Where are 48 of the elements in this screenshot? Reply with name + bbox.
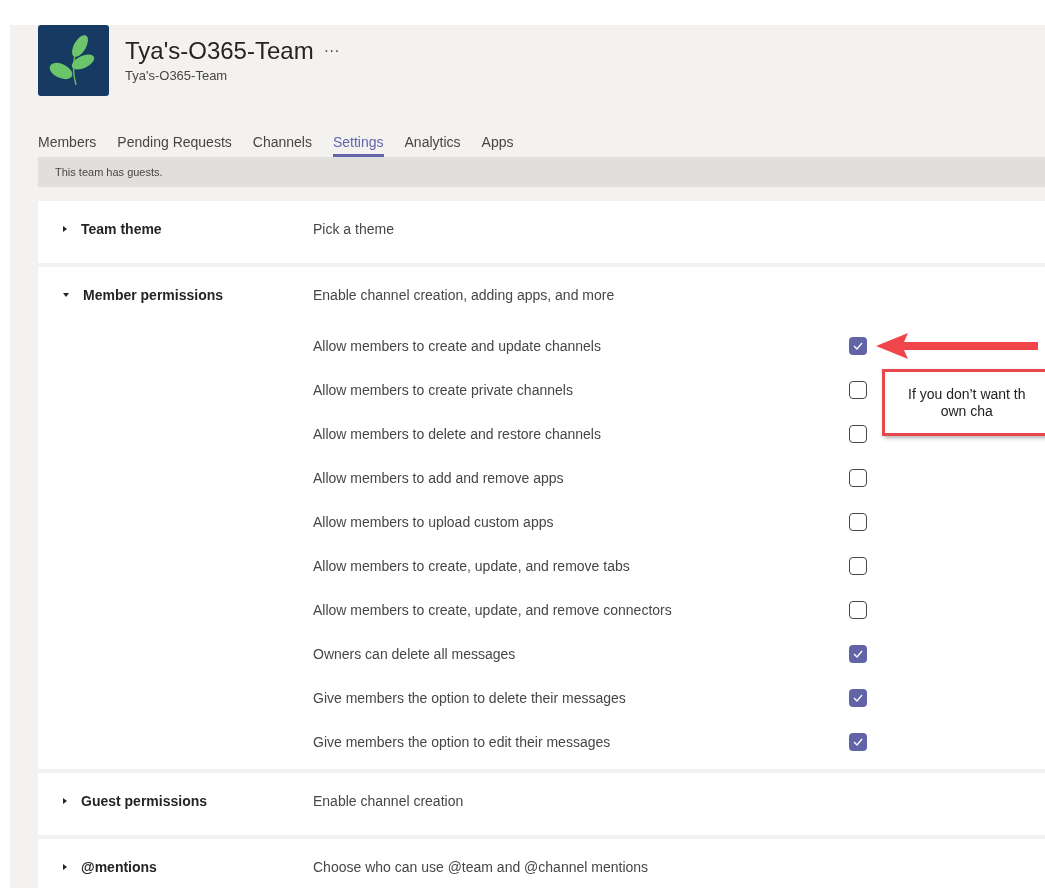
checkmark-icon — [853, 342, 863, 350]
checkbox[interactable] — [849, 513, 867, 531]
caret-right-icon — [62, 225, 68, 233]
checkbox[interactable] — [849, 557, 867, 575]
checkbox[interactable] — [849, 689, 867, 707]
permission-label: Allow members to upload custom apps — [313, 512, 555, 532]
permission-label: Give members the option to edit their messages — [313, 732, 612, 752]
permission-label: Give members the option to delete their messages — [313, 688, 627, 708]
checkbox[interactable] — [849, 337, 867, 355]
callout-text: own cha — [940, 403, 993, 420]
checkmark-icon — [853, 694, 863, 702]
caret-right-icon — [62, 797, 68, 805]
section-description: Pick a theme — [313, 219, 394, 239]
permission-label: Allow members to delete and restore channels — [313, 424, 602, 444]
permission-label: Allow members to create, update, and remove tabs — [313, 556, 631, 576]
section-description: Enable channel creation, adding apps, and more — [313, 285, 615, 305]
section-toggle[interactable]: @mentions — [38, 856, 313, 878]
section-toggle[interactable]: Guest permissions — [38, 790, 313, 812]
checkbox[interactable] — [849, 381, 867, 399]
permission-label: Allow members to create private channels — [313, 380, 574, 400]
checkbox[interactable] — [849, 425, 867, 443]
section-description: Enable channel creation — [313, 791, 464, 811]
tab[interactable]: Members — [38, 132, 97, 157]
team-name: Tya's-O365-Team — [125, 35, 314, 66]
checkmark-icon — [853, 738, 863, 746]
section-toggle[interactable]: Team theme — [38, 218, 313, 240]
tab[interactable]: Apps — [481, 132, 514, 157]
notice-text: This team has guests. — [55, 164, 163, 180]
more-options-button[interactable]: ··· — [323, 42, 340, 59]
team-logo-icon — [38, 25, 109, 96]
tab[interactable]: Channels — [252, 132, 312, 157]
section-toggle[interactable]: Member permissions — [38, 284, 313, 306]
checkmark-icon — [853, 650, 863, 658]
checkbox[interactable] — [849, 469, 867, 487]
team-subtitle: Tya's-O365-Team — [125, 66, 229, 85]
caret-down-icon — [62, 292, 70, 298]
caret-right-icon — [62, 863, 68, 871]
permission-label: Owners can delete all messages — [313, 644, 517, 664]
section-description: Choose who can use @team and @channel mentions — [313, 857, 649, 877]
checkbox[interactable] — [849, 733, 867, 751]
checkbox[interactable] — [849, 645, 867, 663]
tab[interactable]: Analytics — [404, 132, 461, 157]
tab[interactable]: Pending Requests — [117, 132, 232, 157]
callout-text: If you don’t want th — [908, 386, 1026, 403]
permission-label: Allow members to create, update, and remove connectors — [313, 600, 673, 620]
checkbox[interactable] — [849, 601, 867, 619]
permission-label: Allow members to add and remove apps — [313, 468, 565, 488]
permission-label: Allow members to create and update channels — [313, 336, 602, 356]
